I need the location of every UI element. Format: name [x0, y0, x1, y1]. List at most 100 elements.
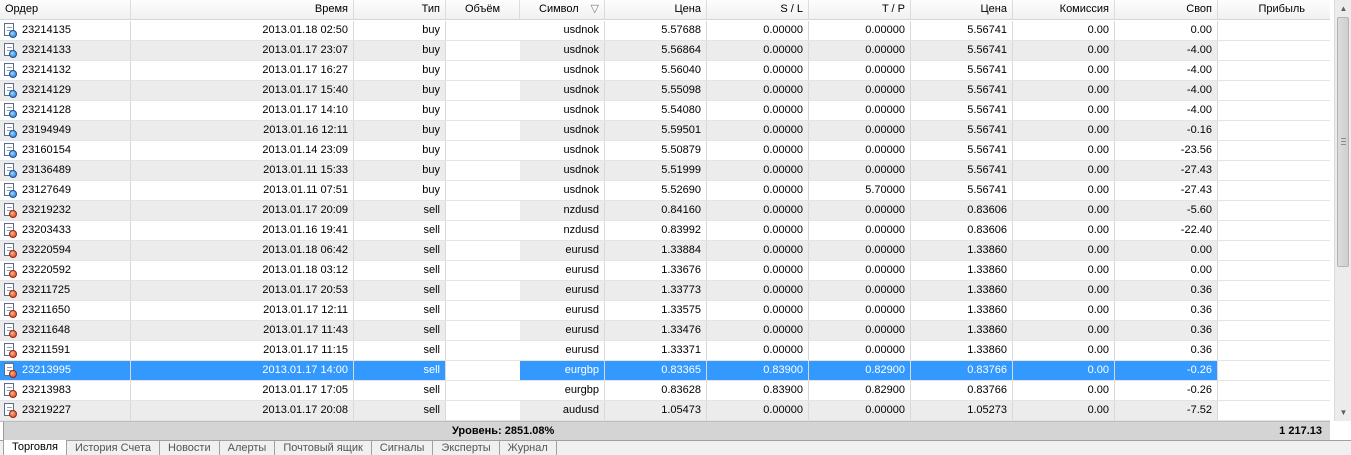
open-price-cell[interactable]: 0.83628 — [605, 381, 707, 400]
tp-cell[interactable]: 0.00000 — [809, 341, 911, 360]
sl-cell[interactable]: 0.00000 — [707, 221, 809, 240]
current-price-cell[interactable]: 5.56741 — [911, 141, 1013, 160]
order-cell[interactable]: 23220594 — [0, 241, 131, 260]
sl-cell[interactable]: 0.83900 — [707, 361, 809, 380]
type-cell[interactable]: buy — [354, 101, 446, 120]
scroll-up-icon[interactable]: ▲ — [1335, 0, 1351, 17]
header-symbol[interactable]: Символ ▽ — [520, 0, 605, 20]
current-price-cell[interactable]: 1.33860 — [911, 261, 1013, 280]
swap-cell[interactable]: 0.36 — [1115, 301, 1218, 320]
sl-cell[interactable]: 0.00000 — [707, 61, 809, 80]
symbol-cell[interactable]: eurusd — [520, 321, 605, 340]
tp-cell[interactable]: 0.00000 — [809, 101, 911, 120]
sl-cell[interactable]: 0.00000 — [707, 141, 809, 160]
table-row[interactable]: 23211591 2013.01.17 11:15 sell eurusd 1.3337… — [0, 341, 1330, 361]
time-cell[interactable]: 2013.01.18 06:42 — [131, 241, 354, 260]
table-row[interactable]: 23213995 2013.01.17 14:00 sell eurgbp 0.8336… — [0, 361, 1330, 381]
swap-cell[interactable]: -23.56 — [1115, 141, 1218, 160]
commission-cell[interactable]: 0.00 — [1013, 281, 1115, 300]
symbol-cell[interactable]: eurusd — [520, 261, 605, 280]
commission-cell[interactable]: 0.00 — [1013, 61, 1115, 80]
order-cell[interactable]: 23211725 — [0, 281, 131, 300]
swap-cell[interactable]: -4.00 — [1115, 41, 1218, 60]
time-cell[interactable]: 2013.01.17 23:07 — [131, 41, 354, 60]
sl-cell[interactable]: 0.00000 — [707, 21, 809, 40]
current-price-cell[interactable]: 1.33860 — [911, 341, 1013, 360]
table-row[interactable]: 23211650 2013.01.17 12:11 sell eurusd 1.3357… — [0, 301, 1330, 321]
scroll-down-icon[interactable]: ▼ — [1335, 404, 1351, 421]
current-price-cell[interactable]: 5.56741 — [911, 61, 1013, 80]
order-cell[interactable]: 23220592 — [0, 261, 131, 280]
time-cell[interactable]: 2013.01.17 20:09 — [131, 201, 354, 220]
symbol-cell[interactable]: eurusd — [520, 281, 605, 300]
vertical-scrollbar[interactable]: ▲ ▼ — [1334, 0, 1351, 421]
tp-cell[interactable]: 0.82900 — [809, 361, 911, 380]
open-price-cell[interactable]: 5.52690 — [605, 181, 707, 200]
header-commission[interactable]: Комиссия — [1013, 0, 1115, 20]
symbol-cell[interactable]: eurgbp — [520, 361, 605, 380]
order-cell[interactable]: 23219232 — [0, 201, 131, 220]
commission-cell[interactable]: 0.00 — [1013, 221, 1115, 240]
order-cell[interactable]: 23214129 — [0, 81, 131, 100]
swap-cell[interactable]: -27.43 — [1115, 181, 1218, 200]
symbol-cell[interactable]: nzdusd — [520, 221, 605, 240]
type-cell[interactable]: buy — [354, 161, 446, 180]
table-row[interactable]: 23203433 2013.01.16 19:41 sell nzdusd 0.8399… — [0, 221, 1330, 241]
time-cell[interactable]: 2013.01.17 20:08 — [131, 401, 354, 420]
tab-0[interactable]: Торговля — [3, 440, 67, 455]
time-cell[interactable]: 2013.01.17 20:53 — [131, 281, 354, 300]
tp-cell[interactable]: 0.00000 — [809, 21, 911, 40]
type-cell[interactable]: sell — [354, 321, 446, 340]
order-cell[interactable]: 23214132 — [0, 61, 131, 80]
open-price-cell[interactable]: 5.50879 — [605, 141, 707, 160]
header-swap[interactable]: Своп — [1115, 0, 1218, 20]
open-price-cell[interactable]: 0.83365 — [605, 361, 707, 380]
open-price-cell[interactable]: 0.83992 — [605, 221, 707, 240]
tab-5[interactable]: Сигналы — [372, 441, 434, 455]
current-price-cell[interactable]: 1.33860 — [911, 241, 1013, 260]
table-row[interactable]: 23219232 2013.01.17 20:09 sell nzdusd 0.8416… — [0, 201, 1330, 221]
current-price-cell[interactable]: 0.83606 — [911, 201, 1013, 220]
type-cell[interactable]: sell — [354, 261, 446, 280]
swap-cell[interactable]: -0.26 — [1115, 381, 1218, 400]
open-price-cell[interactable]: 5.51999 — [605, 161, 707, 180]
swap-cell[interactable]: 0.00 — [1115, 241, 1218, 260]
commission-cell[interactable]: 0.00 — [1013, 81, 1115, 100]
sl-cell[interactable]: 0.00000 — [707, 241, 809, 260]
scroll-thumb[interactable] — [1337, 17, 1349, 267]
time-cell[interactable]: 2013.01.16 12:11 — [131, 121, 354, 140]
current-price-cell[interactable]: 1.33860 — [911, 301, 1013, 320]
type-cell[interactable]: buy — [354, 41, 446, 60]
order-cell[interactable]: 23136489 — [0, 161, 131, 180]
current-price-cell[interactable]: 5.56741 — [911, 181, 1013, 200]
symbol-cell[interactable]: usdnok — [520, 81, 605, 100]
type-cell[interactable]: sell — [354, 401, 446, 420]
sl-cell[interactable]: 0.00000 — [707, 281, 809, 300]
order-cell[interactable]: 23214128 — [0, 101, 131, 120]
type-cell[interactable]: buy — [354, 21, 446, 40]
open-price-cell[interactable]: 1.33575 — [605, 301, 707, 320]
table-row[interactable]: 23220592 2013.01.18 03:12 sell eurusd 1.3367… — [0, 261, 1330, 281]
order-cell[interactable]: 23214135 — [0, 21, 131, 40]
commission-cell[interactable]: 0.00 — [1013, 41, 1115, 60]
tab-6[interactable]: Эксперты — [433, 441, 500, 455]
tp-cell[interactable]: 0.00000 — [809, 301, 911, 320]
symbol-cell[interactable]: eurusd — [520, 341, 605, 360]
tab-1[interactable]: История Счета — [67, 441, 161, 455]
table-row[interactable]: 23211725 2013.01.17 20:53 sell eurusd 1.3377… — [0, 281, 1330, 301]
tp-cell[interactable]: 0.00000 — [809, 61, 911, 80]
type-cell[interactable]: sell — [354, 241, 446, 260]
sl-cell[interactable]: 0.00000 — [707, 81, 809, 100]
current-price-cell[interactable]: 5.56741 — [911, 21, 1013, 40]
open-price-cell[interactable]: 0.84160 — [605, 201, 707, 220]
type-cell[interactable]: sell — [354, 341, 446, 360]
open-price-cell[interactable]: 5.54080 — [605, 101, 707, 120]
swap-cell[interactable]: -0.26 — [1115, 361, 1218, 380]
tp-cell[interactable]: 0.00000 — [809, 321, 911, 340]
open-price-cell[interactable]: 1.33371 — [605, 341, 707, 360]
open-price-cell[interactable]: 5.59501 — [605, 121, 707, 140]
tp-cell[interactable]: 0.00000 — [809, 201, 911, 220]
order-cell[interactable]: 23213995 — [0, 361, 131, 380]
order-cell[interactable]: 23211591 — [0, 341, 131, 360]
commission-cell[interactable]: 0.00 — [1013, 381, 1115, 400]
